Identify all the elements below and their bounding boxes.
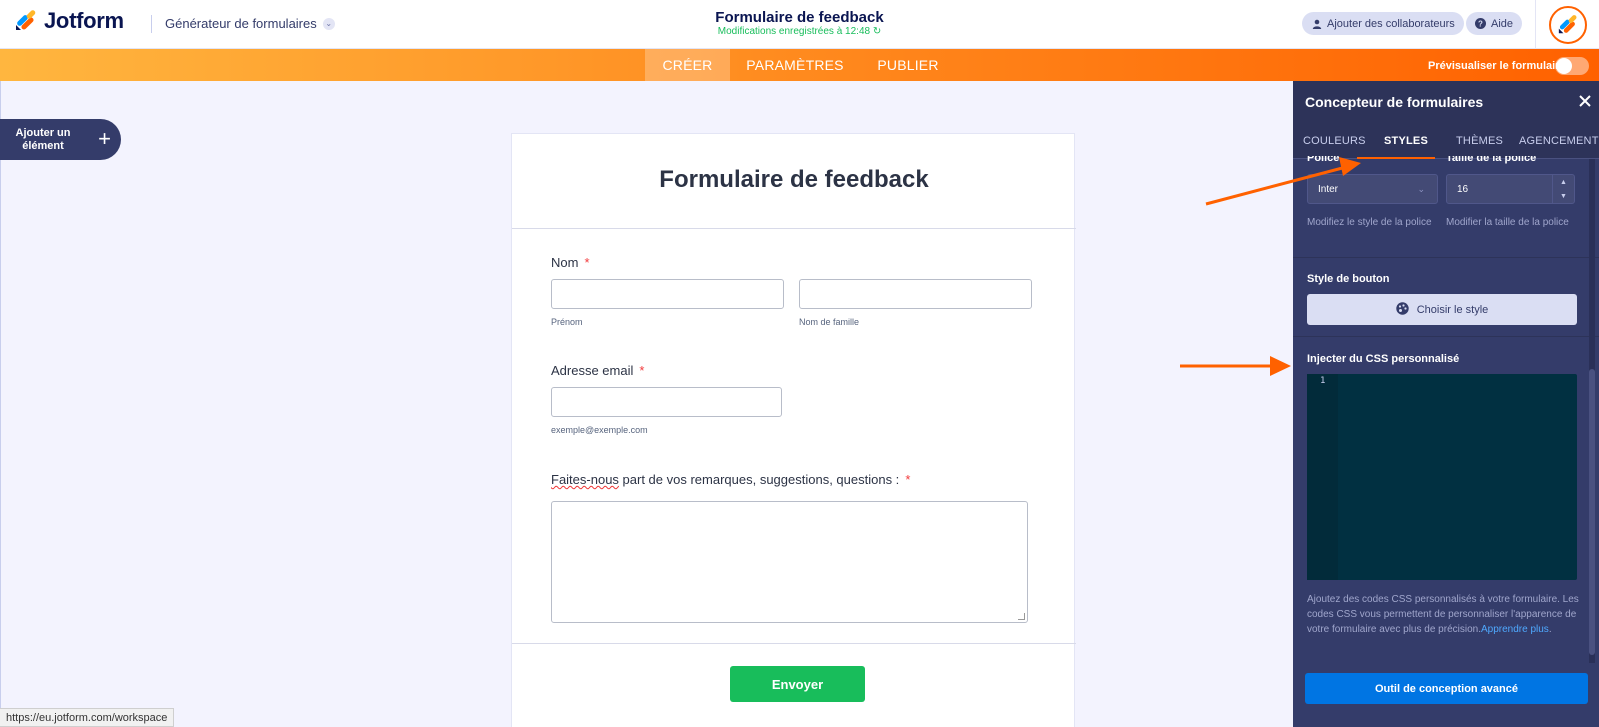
- font-size-hint: Modifier la taille de la police: [1446, 217, 1569, 228]
- form-title[interactable]: Formulaire de feedback: [512, 166, 1076, 194]
- tab-publier[interactable]: PUBLIER: [868, 49, 948, 81]
- last-name-input[interactable]: [799, 279, 1032, 309]
- canvas-edge: [0, 81, 1, 727]
- custom-css-label: Injecter du CSS personnalisé: [1307, 353, 1460, 365]
- custom-css-help: Ajoutez des codes CSS personnalisés à vo…: [1307, 592, 1582, 637]
- brand-name: Jotform: [44, 8, 124, 33]
- form-card: Formulaire de feedback Nom * Prénom Nom d…: [511, 133, 1076, 727]
- feedback-label-rest: part de vos remarques, suggestions, ques…: [618, 472, 900, 487]
- line-number: 1: [1320, 376, 1326, 386]
- panel-divider: [1293, 336, 1599, 337]
- chevron-down-icon: ⌄: [1417, 184, 1425, 194]
- name-label: Nom: [551, 255, 579, 270]
- tab-themes[interactable]: THÈMES: [1456, 135, 1503, 147]
- palette-icon: [1396, 301, 1409, 318]
- font-select[interactable]: Inter ⌄: [1307, 174, 1438, 204]
- panel-divider: [1293, 257, 1599, 258]
- choose-style-label: Choisir le style: [1416, 303, 1489, 316]
- submit-button[interactable]: Envoyer: [730, 666, 865, 702]
- form-divider: [512, 228, 1076, 229]
- button-style-label: Style de bouton: [1307, 273, 1390, 285]
- main-nav: CRÉER PARAMÈTRES PUBLIER: [0, 49, 1599, 81]
- help-button[interactable]: ? Aide: [1466, 12, 1523, 35]
- close-icon[interactable]: [1578, 94, 1592, 108]
- question-icon: ?: [1475, 18, 1486, 29]
- required-mark: *: [639, 363, 645, 378]
- stepper-down-icon[interactable]: ▼: [1553, 189, 1574, 203]
- form-designer-panel: Concepteur de formulaires COULEURS STYLE…: [1293, 81, 1599, 727]
- feedback-label-word: Faites-nous: [551, 472, 619, 487]
- avatar-container: [1535, 0, 1599, 49]
- panel-header: Concepteur de formulaires: [1293, 81, 1599, 123]
- form-divider: [512, 643, 1076, 644]
- svg-text:?: ?: [1478, 20, 1483, 29]
- resize-handle-icon[interactable]: [1018, 613, 1025, 620]
- first-name-sublabel: Prénom: [551, 317, 583, 327]
- font-select-value: Inter: [1318, 183, 1339, 195]
- header-divider: [151, 15, 152, 33]
- tab-creer[interactable]: CRÉER: [645, 49, 730, 81]
- jotform-logo[interactable]: Jotform: [14, 8, 124, 34]
- font-hint: Modifiez le style de la police: [1307, 217, 1432, 228]
- font-size-stepper[interactable]: ▲ ▼: [1552, 175, 1574, 203]
- form-builder-menu[interactable]: Générateur de formulaires ⌄: [165, 16, 335, 31]
- name-question-label[interactable]: Nom *: [551, 255, 590, 270]
- chevron-down-icon: ⌄: [322, 17, 335, 30]
- scrollbar-thumb[interactable]: [1589, 369, 1595, 655]
- learn-more-suffix: .: [1548, 624, 1552, 635]
- required-mark: *: [584, 255, 590, 270]
- advanced-designer-button[interactable]: Outil de conception avancé: [1305, 673, 1588, 704]
- email-sublabel: exemple@exemple.com: [551, 425, 648, 435]
- tab-agencement[interactable]: AGENCEMENT: [1519, 135, 1599, 147]
- feedback-question-label[interactable]: Faites-nous part de vos remarques, sugge…: [551, 472, 910, 487]
- arrowhead-icon: [1270, 356, 1291, 376]
- feedback-textarea[interactable]: [551, 501, 1028, 623]
- jotform-logo-icon: [14, 9, 38, 33]
- panel-scrollbar[interactable]: [1589, 159, 1595, 663]
- add-element-label: Ajouter un élément: [15, 126, 71, 152]
- css-code-editor[interactable]: 1: [1307, 374, 1577, 580]
- line-number-gutter: 1: [1307, 374, 1338, 580]
- panel-tabs: COULEURS STYLES THÈMES AGENCEMENT: [1293, 123, 1599, 159]
- add-collaborators-label: Ajouter des collaborateurs: [1327, 17, 1455, 30]
- avatar[interactable]: [1548, 5, 1587, 44]
- required-mark: *: [905, 472, 911, 487]
- last-name-sublabel: Nom de famille: [799, 317, 860, 327]
- active-tab-indicator: [1357, 157, 1435, 159]
- help-label: Aide: [1491, 17, 1514, 30]
- preview-toggle[interactable]: [1555, 57, 1589, 75]
- tab-parametres[interactable]: PARAMÈTRES: [735, 49, 855, 81]
- font-size-label: Taille de la police: [1446, 156, 1537, 164]
- user-icon: [1311, 18, 1322, 29]
- choose-style-button[interactable]: Choisir le style: [1307, 294, 1577, 325]
- top-header: Jotform Générateur de formulaires ⌄ Form…: [0, 0, 1599, 49]
- panel-title: Concepteur de formulaires: [1305, 94, 1484, 110]
- tab-couleurs[interactable]: COULEURS: [1303, 135, 1366, 147]
- add-element-button[interactable]: Ajouter un élément +: [0, 119, 121, 160]
- font-size-input[interactable]: 16 ▲ ▼: [1446, 174, 1575, 204]
- avatar-logo-icon: [1558, 14, 1576, 33]
- learn-more-link[interactable]: Apprendre plus: [1481, 624, 1549, 635]
- plus-icon: +: [98, 126, 111, 151]
- form-builder-label: Générateur de formulaires: [165, 16, 317, 31]
- toggle-knob: [1556, 58, 1572, 74]
- add-collaborators-button[interactable]: Ajouter des collaborateurs: [1302, 12, 1464, 35]
- tab-styles[interactable]: STYLES: [1384, 135, 1428, 147]
- first-name-input[interactable]: [551, 279, 784, 309]
- stepper-up-icon[interactable]: ▲: [1553, 175, 1574, 189]
- font-label: Police: [1307, 156, 1340, 164]
- preview-label: Prévisualiser le formulaire: [1428, 60, 1566, 72]
- email-label: Adresse email: [551, 363, 634, 378]
- email-input[interactable]: [551, 387, 782, 417]
- email-question-label[interactable]: Adresse email *: [551, 363, 644, 378]
- status-bar-url: https://eu.jotform.com/workspace: [0, 708, 175, 727]
- font-size-value: 16: [1457, 183, 1469, 195]
